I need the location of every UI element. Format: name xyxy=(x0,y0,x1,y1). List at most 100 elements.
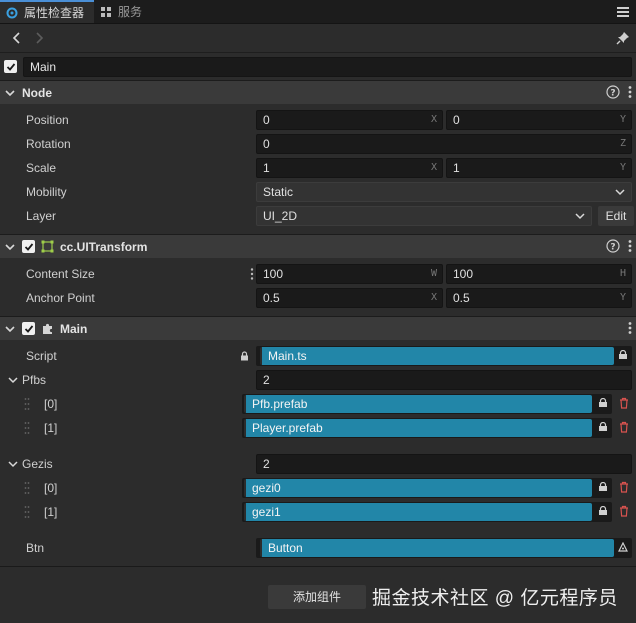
position-y-value: 0 xyxy=(453,113,460,127)
hamburger-menu-icon[interactable] xyxy=(616,5,630,19)
checkmark-icon xyxy=(24,324,33,333)
pfbs-label: Pfbs xyxy=(22,373,47,387)
position-x-input[interactable]: 0 X xyxy=(256,110,443,130)
anchor-point-label: Anchor Point xyxy=(26,291,95,305)
tab-inspector[interactable]: 属性检查器 xyxy=(0,0,95,23)
main-component-section-header[interactable]: Main xyxy=(0,316,636,340)
tab-bar: 属性检查器 服务 xyxy=(0,0,636,24)
mobility-row: Mobility Static xyxy=(0,180,636,204)
mobility-select[interactable]: Static xyxy=(256,182,632,202)
gezis-row: Gezis 2 xyxy=(0,452,636,476)
gezis-count-value: 2 xyxy=(263,457,270,471)
position-x-value: 0 xyxy=(263,113,270,127)
chevron-left-icon xyxy=(12,32,20,44)
node-type-icon[interactable] xyxy=(618,542,628,552)
scale-x-input[interactable]: 1 X xyxy=(256,158,443,178)
trash-icon[interactable] xyxy=(619,505,629,517)
chevron-down-icon[interactable] xyxy=(8,376,18,384)
btn-label: Btn xyxy=(26,541,45,555)
trash-icon[interactable] xyxy=(619,397,629,409)
help-icon[interactable]: ? xyxy=(606,239,620,253)
list-index: [1] xyxy=(44,421,58,435)
axis-h-label: H xyxy=(619,268,626,279)
scale-y-input[interactable]: 1 Y xyxy=(446,158,632,178)
rotation-row: Rotation 0 Z xyxy=(0,132,636,156)
axis-x-label: X xyxy=(430,292,437,303)
scale-x-value: 1 xyxy=(263,161,270,175)
node-ref-value[interactable]: gezi0 xyxy=(244,479,592,497)
pin-icon[interactable] xyxy=(616,31,630,45)
script-label: Script xyxy=(26,349,57,363)
divider xyxy=(0,566,636,567)
transform-frame-icon xyxy=(41,240,54,253)
chevron-down-icon xyxy=(615,189,625,196)
drag-handle-icon[interactable] xyxy=(24,396,30,412)
list-item: [1] gezi1 xyxy=(0,500,636,524)
asset-locate-icon[interactable] xyxy=(598,398,608,408)
component-enabled-checkbox[interactable] xyxy=(22,322,35,335)
layer-row: Layer UI_2D Edit xyxy=(0,204,636,228)
forward-button[interactable] xyxy=(28,27,50,49)
axis-y-label: Y xyxy=(619,292,626,303)
content-size-row: Content Size 100 W 100 H xyxy=(0,262,636,286)
layer-label: Layer xyxy=(26,209,57,223)
node-ref-value[interactable]: gezi1 xyxy=(244,503,592,521)
node-name-input[interactable]: Main xyxy=(23,56,632,77)
script-row: Script Main.ts xyxy=(0,344,636,368)
button-ref-value[interactable]: Button xyxy=(260,539,614,557)
pfbs-count-input[interactable]: 2 xyxy=(256,370,632,390)
anchor-y-input[interactable]: 0.5 Y xyxy=(446,288,632,308)
prefab-asset-value[interactable]: Pfb.prefab xyxy=(244,395,592,413)
trash-icon[interactable] xyxy=(619,481,629,493)
more-vertical-icon[interactable] xyxy=(628,321,632,335)
component-enabled-checkbox[interactable] xyxy=(22,240,35,253)
asset-locate-icon[interactable] xyxy=(598,506,608,516)
uitransform-section-header[interactable]: cc.UITransform ? xyxy=(0,234,636,258)
asset-locate-icon[interactable] xyxy=(598,422,608,432)
more-vertical-icon[interactable] xyxy=(250,267,254,281)
nav-bar xyxy=(0,24,636,52)
node-section-header[interactable]: Node ? xyxy=(0,80,636,104)
content-width-input[interactable]: 100 W xyxy=(256,264,443,284)
trash-icon[interactable] xyxy=(619,421,629,433)
drag-handle-icon[interactable] xyxy=(24,420,30,436)
svg-text:?: ? xyxy=(610,89,615,99)
svg-text:?: ? xyxy=(610,243,615,253)
help-icon[interactable]: ? xyxy=(606,85,620,99)
node-name-row: Main xyxy=(0,52,636,80)
node-active-checkbox[interactable] xyxy=(4,60,17,73)
inspector-gear-icon xyxy=(6,7,18,18)
anchor-x-input[interactable]: 0.5 X xyxy=(256,288,443,308)
rotation-z-input[interactable]: 0 Z xyxy=(256,134,632,154)
asset-locate-icon[interactable] xyxy=(598,482,608,492)
asset-locate-icon[interactable] xyxy=(618,350,628,360)
position-y-input[interactable]: 0 Y xyxy=(446,110,632,130)
gezis-count-input[interactable]: 2 xyxy=(256,454,632,474)
prefab-asset-value[interactable]: Player.prefab xyxy=(244,419,592,437)
tab-services[interactable]: 服务 xyxy=(94,0,152,23)
watermark-text: 掘金技术社区 @ 亿元程序员 xyxy=(372,588,618,609)
pfbs-count-value: 2 xyxy=(263,373,270,387)
scale-row: Scale 1 X 1 Y xyxy=(0,156,636,180)
chevron-down-icon xyxy=(5,89,15,96)
chevron-down-icon xyxy=(575,213,585,220)
lock-icon xyxy=(241,351,248,361)
services-grid-icon xyxy=(101,6,112,17)
layer-select[interactable]: UI_2D xyxy=(256,206,592,226)
drag-handle-icon[interactable] xyxy=(24,504,30,520)
script-asset-value[interactable]: Main.ts xyxy=(260,347,614,365)
layer-edit-button[interactable]: Edit xyxy=(598,206,634,226)
add-component-button[interactable]: 添加组件 xyxy=(268,585,366,609)
list-index: [1] xyxy=(44,505,58,519)
content-width-value: 100 xyxy=(263,267,284,281)
mobility-label: Mobility xyxy=(26,185,67,199)
drag-handle-icon[interactable] xyxy=(24,480,30,496)
content-height-input[interactable]: 100 H xyxy=(446,264,632,284)
more-vertical-icon[interactable] xyxy=(628,239,632,253)
chevron-down-icon[interactable] xyxy=(8,460,18,468)
more-vertical-icon[interactable] xyxy=(628,85,632,99)
back-button[interactable] xyxy=(6,27,28,49)
anchor-x-value: 0.5 xyxy=(263,291,280,305)
rotation-label: Rotation xyxy=(26,137,71,151)
scale-label: Scale xyxy=(26,161,57,175)
